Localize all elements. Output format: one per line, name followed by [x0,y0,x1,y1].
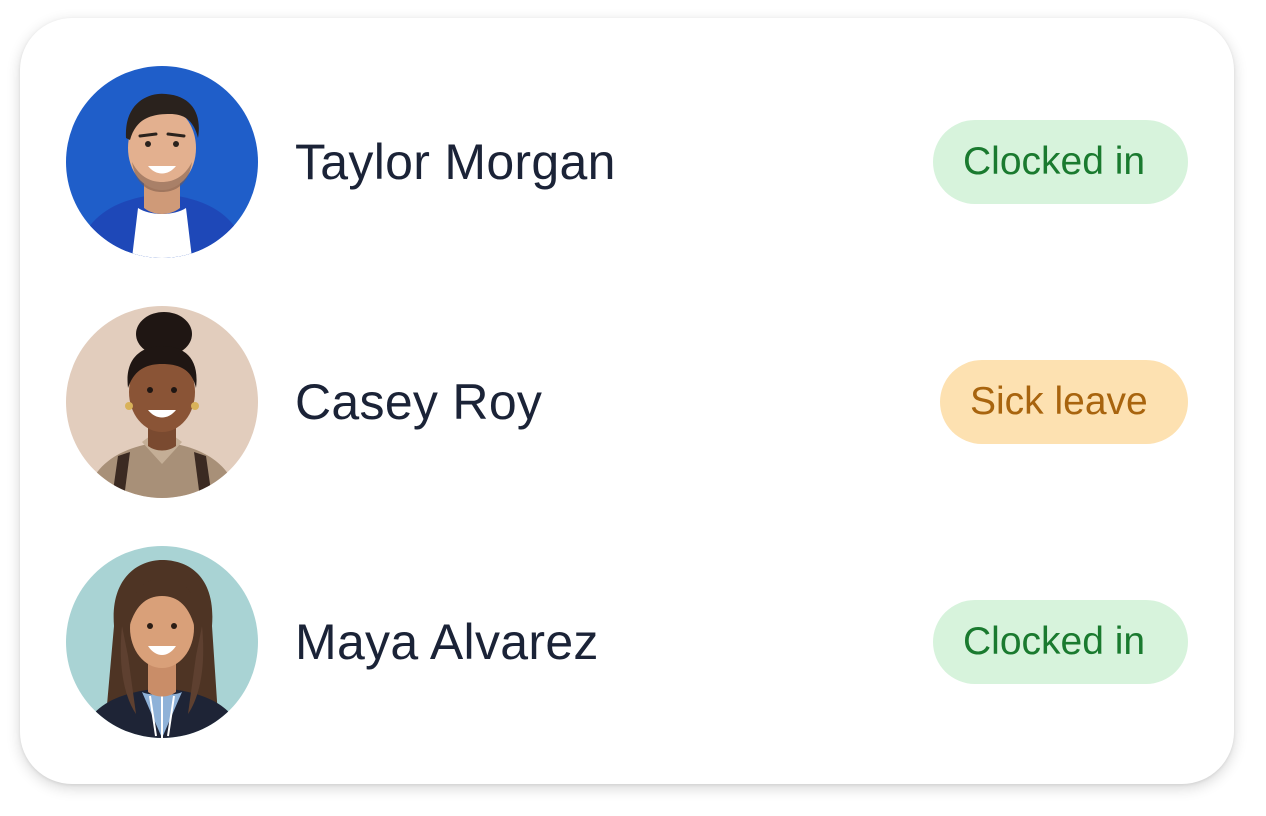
status-badge: Clocked in [933,600,1188,684]
employee-row[interactable]: Casey Roy Sick leave [66,306,1188,498]
status-badge: Sick leave [940,360,1188,444]
status-badge: Clocked in [933,120,1188,204]
avatar [66,306,258,498]
avatar [66,546,258,738]
employee-status-card: Taylor Morgan Clocked in Casey Roy Sick … [20,18,1234,784]
avatar [66,66,258,258]
employee-name: Maya Alvarez [295,614,599,670]
employee-name: Casey Roy [295,374,543,430]
employee-row[interactable]: Maya Alvarez Clocked in [66,546,1188,738]
employee-row[interactable]: Taylor Morgan Clocked in [66,66,1188,258]
employee-name: Taylor Morgan [295,134,616,190]
